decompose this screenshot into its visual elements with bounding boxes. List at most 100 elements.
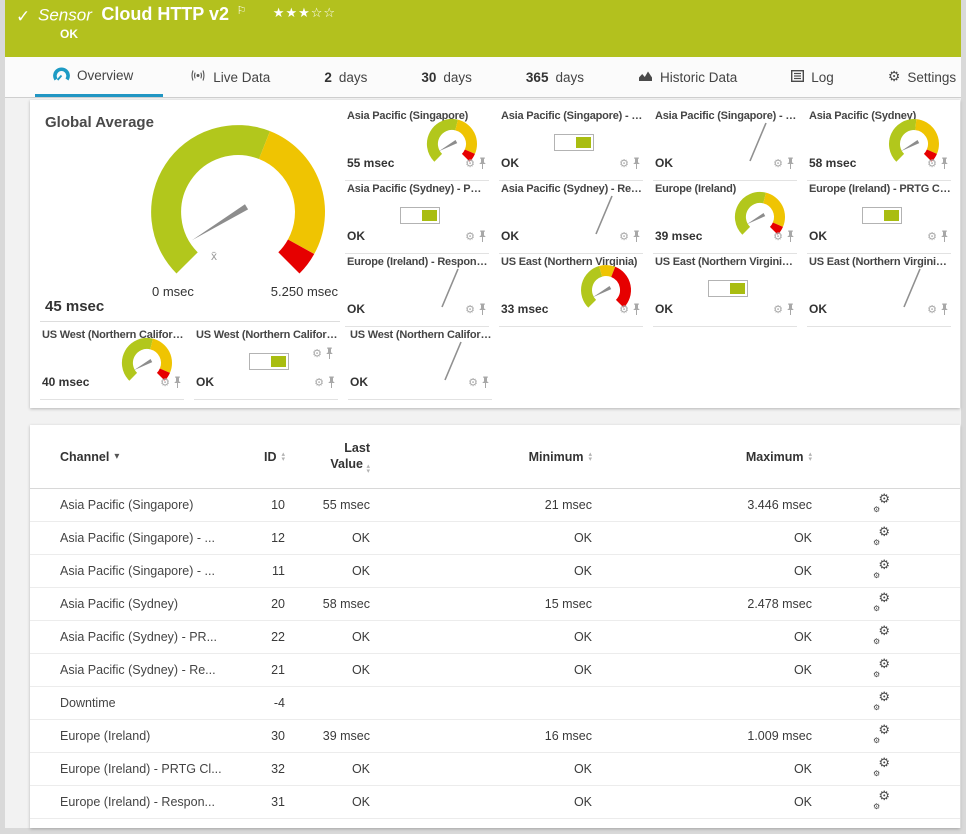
star-filled-icon[interactable]: ★ bbox=[273, 5, 286, 20]
gauge-needle bbox=[592, 286, 612, 298]
column-header-maximum[interactable]: Maximum ▴ ▾ bbox=[592, 450, 812, 464]
cell-last-value: 58 msec bbox=[322, 597, 370, 611]
tab-overview[interactable]: Overview bbox=[35, 57, 164, 97]
gear-icon[interactable]: ⚙ bbox=[314, 377, 324, 388]
svg-text:x̄: x̄ bbox=[211, 249, 217, 263]
table-row: Asia Pacific (Sydney) - PR... 22 OK OK O… bbox=[30, 621, 960, 654]
tab-settings[interactable]: ⚙ Settings bbox=[861, 57, 966, 97]
gear-icon[interactable]: ⚙ bbox=[773, 231, 783, 242]
channel-settings-icon[interactable]: ⚙ ⚙ bbox=[873, 624, 890, 646]
pin-icon[interactable] bbox=[632, 157, 641, 170]
priority-stars[interactable]: ★★★☆☆ bbox=[273, 5, 336, 20]
pin-icon[interactable] bbox=[940, 157, 949, 170]
gear-icon[interactable]: ⚙ bbox=[465, 304, 475, 315]
sensor-title: Cloud HTTP v2 bbox=[101, 4, 230, 25]
gauge-needle bbox=[438, 140, 458, 152]
panel-value: OK bbox=[501, 156, 519, 170]
cell-id: 30 bbox=[271, 729, 285, 743]
pin-icon[interactable] bbox=[327, 376, 336, 389]
panel-value: OK bbox=[350, 375, 368, 389]
channel-settings-icon[interactable]: ⚙ ⚙ bbox=[873, 558, 890, 580]
column-header-channel[interactable]: Channel ▾ bbox=[60, 450, 240, 464]
sort-icon[interactable]: ▴ ▾ bbox=[366, 463, 370, 475]
channel-panel: US West (Northern California)… OK ⚙ bbox=[194, 327, 338, 400]
tab-number: 365 bbox=[525, 69, 549, 85]
flag-icon[interactable]: ⚐ bbox=[236, 5, 246, 17]
cell-channel: Downtime bbox=[60, 696, 116, 710]
tab-365-days[interactable]: 365 days bbox=[499, 57, 611, 97]
pin-icon[interactable] bbox=[786, 303, 795, 316]
column-header-id[interactable]: ID ▴ ▾ bbox=[240, 450, 285, 464]
gear-icon[interactable]: ⚙ bbox=[927, 231, 937, 242]
global-gauge-title: Global Average bbox=[45, 114, 154, 131]
cell-id: 31 bbox=[271, 795, 285, 809]
star-empty-icon[interactable]: ☆ bbox=[311, 5, 324, 20]
needle-widget bbox=[433, 262, 469, 315]
gear-icon[interactable]: ⚙ bbox=[773, 304, 783, 315]
sensor-header: ✓ Sensor Cloud HTTP v2 ⚐ ★★★☆☆ OK bbox=[5, 0, 961, 57]
gear-icon[interactable]: ⚙ bbox=[619, 158, 629, 169]
pin-icon[interactable] bbox=[632, 303, 641, 316]
table-header-row: Channel ▾ ID ▴ ▾ Last Value ▴ ▾ Minimum ▴ ▾ Maxi… bbox=[30, 425, 960, 489]
panel-value: 39 msec bbox=[655, 229, 703, 243]
gear-icon[interactable]: ⚙ bbox=[619, 304, 629, 315]
tab-historic-data[interactable]: Historic Data bbox=[611, 57, 764, 97]
gear-icon[interactable]: ⚙ bbox=[465, 231, 475, 242]
star-filled-icon[interactable]: ★ bbox=[285, 5, 298, 20]
tab-log[interactable]: Log bbox=[764, 57, 861, 97]
pin-icon[interactable] bbox=[786, 157, 795, 170]
pin-icon[interactable] bbox=[478, 157, 487, 170]
cell-id: 32 bbox=[271, 762, 285, 776]
channel-settings-icon[interactable]: ⚙ ⚙ bbox=[873, 525, 890, 547]
star-filled-icon[interactable]: ★ bbox=[298, 5, 311, 20]
channel-settings-icon[interactable]: ⚙ ⚙ bbox=[873, 789, 890, 811]
channel-settings-icon[interactable]: ⚙ ⚙ bbox=[873, 591, 890, 613]
channel-panel: Asia Pacific (Sydney) - PRTG … OK ⚙ bbox=[345, 181, 489, 254]
cell-id: 10 bbox=[271, 498, 285, 512]
column-header-last-value[interactable]: Last Value ▴ ▾ bbox=[285, 440, 370, 475]
sort-icon[interactable]: ▴ ▾ bbox=[808, 451, 812, 463]
channel-settings-icon[interactable]: ⚙ ⚙ bbox=[873, 723, 890, 745]
sort-desc-icon[interactable]: ▾ bbox=[114, 451, 119, 462]
cell-id: 20 bbox=[271, 597, 285, 611]
pin-icon[interactable] bbox=[481, 376, 490, 389]
gauge-max-label: 5.250 msec bbox=[270, 284, 338, 299]
column-header-minimum[interactable]: Minimum ▴ ▾ bbox=[370, 450, 592, 464]
gear-icon[interactable]: ⚙ bbox=[927, 304, 937, 315]
channel-settings-icon[interactable]: ⚙ ⚙ bbox=[873, 657, 890, 679]
pin-icon[interactable] bbox=[632, 230, 641, 243]
tab-live-data[interactable]: Live Data bbox=[163, 57, 297, 97]
cell-maximum: 3.446 msec bbox=[747, 498, 812, 512]
cell-last-value: 55 msec bbox=[322, 498, 370, 512]
gear-icon[interactable]: ⚙ bbox=[619, 231, 629, 242]
cell-minimum: 16 msec bbox=[544, 729, 592, 743]
channel-settings-icon[interactable]: ⚙ ⚙ bbox=[873, 492, 890, 514]
tab-2-days[interactable]: 2 days bbox=[297, 57, 394, 97]
channel-settings-icon[interactable]: ⚙ ⚙ bbox=[873, 690, 890, 712]
cell-maximum: OK bbox=[793, 663, 812, 677]
pin-icon[interactable] bbox=[478, 230, 487, 243]
gear-icon[interactable]: ⚙ bbox=[160, 377, 170, 388]
pin-icon[interactable] bbox=[173, 376, 182, 389]
star-empty-icon[interactable]: ☆ bbox=[323, 5, 336, 20]
panel-value: OK bbox=[809, 302, 827, 316]
channel-settings-icon[interactable]: ⚙ ⚙ bbox=[873, 756, 890, 778]
cell-maximum: 2.478 msec bbox=[747, 597, 812, 611]
cell-minimum: OK bbox=[573, 795, 592, 809]
panel-title: US West (Northern California)… bbox=[196, 329, 338, 341]
pin-icon[interactable] bbox=[786, 230, 795, 243]
ok-check-icon: ✓ bbox=[16, 7, 31, 26]
cell-channel: Europe (Ireland) - PRTG Cl... bbox=[60, 762, 222, 776]
pin-icon[interactable] bbox=[478, 303, 487, 316]
pin-icon[interactable] bbox=[940, 303, 949, 316]
ok-toggle-widget bbox=[862, 207, 902, 224]
gear-icon[interactable]: ⚙ bbox=[927, 158, 937, 169]
prtg-sensor-page: ✓ Sensor Cloud HTTP v2 ⚐ ★★★☆☆ OK Overvi… bbox=[0, 0, 966, 834]
tab-30-days[interactable]: 30 days bbox=[394, 57, 499, 97]
gear-icon[interactable]: ⚙ bbox=[468, 377, 478, 388]
gear-icon[interactable]: ⚙ bbox=[465, 158, 475, 169]
tab-label: days bbox=[443, 69, 472, 85]
gauge-icon bbox=[53, 66, 70, 85]
gear-icon[interactable]: ⚙ bbox=[773, 158, 783, 169]
pin-icon[interactable] bbox=[940, 230, 949, 243]
